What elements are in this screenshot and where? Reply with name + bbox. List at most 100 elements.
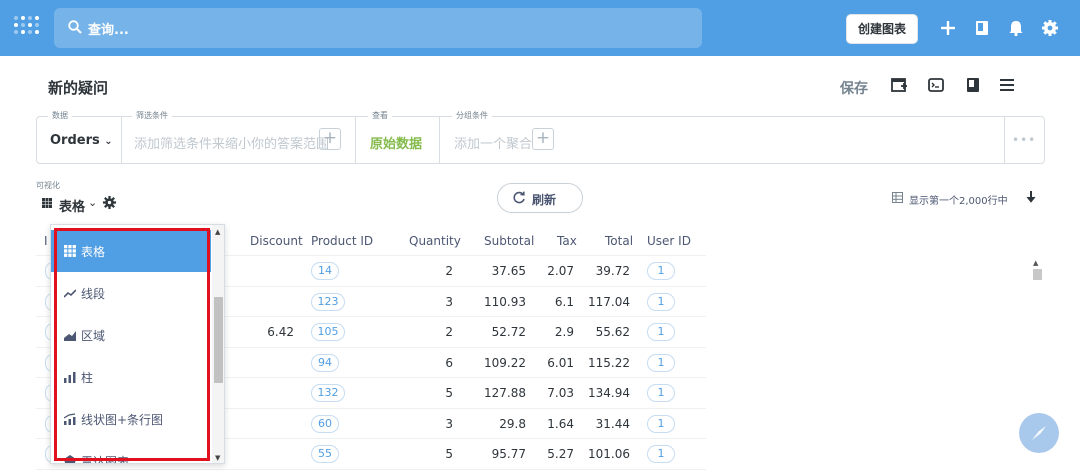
product-id-link[interactable]: 105 xyxy=(311,323,345,341)
divider xyxy=(1004,117,1005,163)
refresh-label: 刷新 xyxy=(532,193,557,207)
chevron-down-icon: ⌄ xyxy=(104,136,113,147)
table-icon xyxy=(892,192,903,203)
total-cell: 31.44 xyxy=(595,417,630,431)
divider xyxy=(439,117,440,163)
viz-option-label: 表格 xyxy=(81,245,106,259)
top-navigation-bar: 查询... 创建图表 xyxy=(0,0,1080,56)
scroll-up-arrow-icon[interactable]: ▲ xyxy=(215,228,220,236)
divider xyxy=(121,117,122,163)
gear-icon[interactable] xyxy=(1040,18,1060,38)
search-input[interactable]: 查询... xyxy=(54,8,702,48)
tax-cell: 5.27 xyxy=(547,447,574,461)
visualization-settings-gear-icon[interactable] xyxy=(102,195,117,210)
search-placeholder: 查询... xyxy=(88,23,129,38)
quantity-cell: 2 xyxy=(445,325,453,339)
plus-icon[interactable] xyxy=(938,18,958,38)
viz-option-table[interactable]: 表格 xyxy=(51,230,211,272)
save-button[interactable]: 保存 xyxy=(840,78,868,98)
product-id-link[interactable]: 132 xyxy=(311,384,345,402)
reference-book-icon[interactable] xyxy=(964,76,982,94)
quantity-cell: 3 xyxy=(445,295,453,309)
tax-cell: 2.9 xyxy=(554,325,574,339)
user-id-link[interactable]: 1 xyxy=(647,415,675,433)
user-id-link[interactable]: 1 xyxy=(647,262,675,280)
sql-editor-icon[interactable] xyxy=(927,76,945,94)
subtotal-cell: 52.72 xyxy=(491,325,526,339)
user-id-link[interactable]: 1 xyxy=(647,323,675,341)
user-id-link[interactable]: 1 xyxy=(647,384,675,402)
viz-option-combo-chart[interactable]: 线状图+条行图 xyxy=(51,398,211,440)
scroll-down-arrow-icon[interactable]: ▼ xyxy=(215,454,220,462)
refresh-button[interactable]: 刷新 xyxy=(497,183,583,213)
table-icon xyxy=(64,245,76,257)
subtotal-cell: 110.93 xyxy=(484,295,526,309)
column-header[interactable]: Discount xyxy=(250,234,303,248)
chevron-down-icon[interactable]: ⌄ xyxy=(88,196,97,209)
question-title: 新的疑问 xyxy=(48,79,109,97)
column-header[interactable]: Subtotal xyxy=(484,234,534,248)
total-cell: 117.04 xyxy=(588,295,630,309)
subtotal-cell: 37.65 xyxy=(491,264,526,278)
total-cell: 134.94 xyxy=(588,386,630,400)
group-placeholder[interactable]: 添加一个聚合 xyxy=(454,133,532,152)
metabase-logo-icon[interactable] xyxy=(14,16,40,40)
column-header[interactable]: Tax xyxy=(557,234,577,248)
row-divider xyxy=(36,469,706,470)
search-icon xyxy=(68,20,82,34)
total-cell: 39.72 xyxy=(595,264,630,278)
scroll-up-arrow-icon[interactable]: ▲ xyxy=(1033,259,1038,267)
create-chart-button[interactable]: 创建图表 xyxy=(846,14,918,44)
compass-icon xyxy=(1032,426,1046,440)
quantity-cell: 6 xyxy=(445,356,453,370)
column-header[interactable]: User ID xyxy=(647,234,691,248)
visualization-type-select[interactable]: 表格 xyxy=(59,196,85,215)
bar-chart-icon xyxy=(64,372,76,383)
quantity-cell: 3 xyxy=(445,417,453,431)
add-aggregation-button[interactable]: + xyxy=(532,128,554,150)
product-id-link[interactable]: 94 xyxy=(311,354,339,372)
data-source-select[interactable]: Orders ⌄ xyxy=(50,133,113,148)
table-scrollbar-thumb[interactable] xyxy=(1033,269,1042,280)
total-cell: 55.62 xyxy=(595,325,630,339)
menu-icon[interactable] xyxy=(998,76,1016,94)
product-id-link[interactable]: 14 xyxy=(311,262,339,280)
bell-icon[interactable] xyxy=(1006,18,1026,38)
quantity-cell: 2 xyxy=(445,264,453,278)
quantity-cell: 5 xyxy=(445,447,453,461)
subtotal-cell: 95.77 xyxy=(491,447,526,461)
product-id-link[interactable]: 55 xyxy=(311,445,339,463)
table-grid-icon xyxy=(42,198,52,208)
product-id-link[interactable]: 60 xyxy=(311,415,339,433)
viz-option-line-chart[interactable]: 线段 xyxy=(51,272,211,314)
column-header[interactable]: I xyxy=(44,234,48,248)
user-id-link[interactable]: 1 xyxy=(647,445,675,463)
dropdown-scrollbar-thumb[interactable] xyxy=(214,297,223,383)
add-filter-button[interactable]: + xyxy=(319,128,341,150)
viz-option-bar-chart[interactable]: 柱 xyxy=(51,356,211,398)
refresh-icon xyxy=(513,191,525,204)
user-id-link[interactable]: 1 xyxy=(647,354,675,372)
more-options-button[interactable]: ••• xyxy=(1012,133,1036,147)
column-header[interactable]: Product ID xyxy=(311,234,373,248)
discount-cell: 6.42 xyxy=(267,325,294,339)
product-id-link[interactable]: 123 xyxy=(311,293,345,311)
area-chart-icon xyxy=(64,331,76,341)
divider xyxy=(355,117,356,163)
explore-button[interactable] xyxy=(1019,413,1059,453)
viz-option-label: 柱 xyxy=(81,371,94,385)
download-icon[interactable] xyxy=(1024,190,1038,206)
book-icon[interactable] xyxy=(972,18,992,38)
filter-placeholder[interactable]: 添加筛选条件来缩小你的答案范围 xyxy=(134,133,329,152)
total-cell: 115.22 xyxy=(588,356,630,370)
tax-cell: 6.1 xyxy=(554,295,574,309)
add-to-dashboard-icon[interactable] xyxy=(890,76,908,94)
viz-option-radar-chart[interactable]: 雷达图表 xyxy=(51,440,211,463)
view-raw-data[interactable]: 原始数据 xyxy=(370,133,422,152)
quantity-cell: 5 xyxy=(445,386,453,400)
user-id-link[interactable]: 1 xyxy=(647,293,675,311)
viz-option-area-chart[interactable]: 区域 xyxy=(51,314,211,356)
column-header[interactable]: Total xyxy=(605,234,633,248)
column-header[interactable]: Quantity xyxy=(409,234,461,248)
data-source-label: Orders xyxy=(50,133,100,148)
